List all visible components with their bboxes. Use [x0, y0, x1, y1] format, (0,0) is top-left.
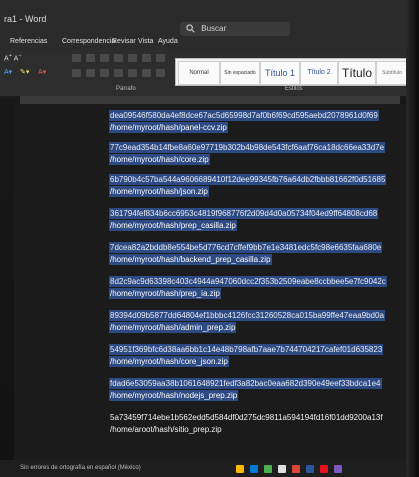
decrease-indent-button[interactable] — [114, 54, 123, 62]
list-item: 361794fef834b6cc6953c4819f968776f2d09d4d… — [109, 208, 394, 231]
search-label: Buscar — [201, 24, 227, 33]
group-label-styles: Estilos — [285, 86, 303, 92]
list-item: 77c9ead354b14fbe8a60e97719b302b4b98de543… — [109, 142, 394, 165]
menu-item-correspondencia[interactable]: Correspondencia — [62, 38, 115, 45]
screen: ra1 - Word Buscar Referencias Correspond… — [0, 0, 419, 477]
style-title-label: Título — [341, 66, 372, 80]
store-icon[interactable] — [264, 465, 272, 473]
style-subtitle[interactable]: Subtítulo — [376, 61, 408, 85]
app-icon[interactable] — [278, 465, 286, 473]
shading-button[interactable] — [142, 69, 151, 77]
hash-text: 54951f369bfc6d38aa6bb1c14e48b798afb7aae7… — [109, 344, 384, 355]
style-heading-2-label: Título 2 — [307, 69, 331, 76]
style-heading-1-label: Título 1 — [264, 68, 295, 78]
horizontal-ruler[interactable] — [20, 96, 400, 104]
style-subtitle-label: Subtítulo — [382, 70, 402, 76]
path-text: /home/myroot/hash/json.zip — [109, 186, 209, 197]
menu-item-revisar[interactable]: Revisar — [112, 38, 136, 45]
teams-icon[interactable] — [334, 465, 342, 473]
group-label-paragraph: Párrafo — [116, 86, 136, 92]
hash-text: 77c9ead354b14fbe8a60e97719b302b4b98de543… — [109, 142, 386, 153]
align-left-button[interactable] — [72, 69, 81, 77]
document-page[interactable]: dea09546f580da4ef8dce67ac5d65998d7af0b6f… — [14, 104, 406, 460]
menu-item-ayuda[interactable]: Ayuda — [158, 38, 178, 45]
media-icon[interactable] — [320, 465, 328, 473]
list-item: 5a73459f714ebe1b562edd5d584df0d275dc9811… — [109, 412, 394, 435]
borders-button[interactable] — [156, 69, 165, 77]
style-no-spacing[interactable]: Sin espaciado — [220, 61, 260, 85]
line-spacing-button[interactable] — [128, 69, 137, 77]
path-text: /home/myroot/hash/prep_casilla.zip — [109, 220, 237, 231]
path-text: /home/myroot/hash/panel-ccv.zip — [109, 122, 228, 133]
hash-text: dea09546f580da4ef8dce67ac5d65998d7af0b6f… — [109, 110, 379, 121]
path-text: /home/myroot/hash/admin_prep.zip — [109, 322, 237, 333]
hash-text: fdad6e53059aa38b1061648921fedf3a82bac0ea… — [109, 378, 382, 389]
increase-indent-button[interactable] — [128, 54, 137, 62]
style-no-spacing-label: Sin espaciado — [224, 70, 256, 76]
path-text: /home/aroot/hash/sitio_prep.zip — [110, 425, 222, 434]
status-text: Sin errores de ortografía en español (Mé… — [20, 465, 141, 471]
font-color-button[interactable]: A▾ — [4, 68, 12, 77]
list-item: fdad6e53059aa38b1061648921fedf3a82bac0ea… — [109, 378, 394, 401]
hash-text: 361794fef834b6cc6953c4819f968776f2d09d4d… — [109, 208, 379, 219]
highlight-button[interactable]: ✎▾ — [20, 68, 29, 77]
style-title[interactable]: Título — [338, 61, 376, 85]
list-item: dea09546f580da4ef8dce67ac5d65998d7af0b6f… — [109, 110, 394, 133]
styles-gallery: Normal Sin espaciado Título 1 Título 2 T… — [175, 58, 409, 86]
font-size-buttons[interactable]: A+ A− — [4, 52, 22, 62]
list-item: 7dcea82a2bddb8e554be5d776cd7cffef9bb7e1e… — [109, 242, 394, 265]
word-icon[interactable] — [306, 465, 314, 473]
ribbon: A+ A− A▾ ✎▾ A▾ Párrafo Normal Sin espaci… — [0, 50, 419, 97]
hash-text: 8d2c9ac9d63398c403c4944a947060dcc2f353b2… — [109, 276, 387, 287]
title-bar: ra1 - Word Buscar — [0, 0, 419, 36]
browser-icon[interactable] — [250, 465, 258, 473]
style-normal-label: Normal — [189, 70, 209, 76]
bullets-button[interactable] — [72, 54, 81, 62]
hash-text: 6b790b4c57ba544a9606689410f12dee99345fb7… — [109, 174, 387, 185]
path-text: /home/myroot/hash/core.zip — [109, 154, 210, 165]
search-box[interactable]: Buscar — [180, 22, 290, 36]
show-marks-button[interactable] — [156, 54, 165, 62]
window-title: ra1 - Word — [4, 14, 47, 24]
list-item: 6b790b4c57ba544a9606689410f12dee99345fb7… — [109, 174, 394, 197]
style-heading-2[interactable]: Título 2 — [300, 61, 338, 85]
path-text: /home/myroot/hash/core_json.zip — [109, 356, 229, 367]
status-bar: Sin errores de ortografía en español (Mé… — [0, 460, 419, 477]
hash-text: 7dcea82a2bddb8e554be5d776cd7cffef9bb7e1e… — [109, 242, 383, 253]
style-heading-1[interactable]: Título 1 — [260, 61, 300, 85]
hash-text: 89394d09b5877dd64804ef1bbbc4126fcc312605… — [109, 310, 385, 321]
align-center-button[interactable] — [86, 69, 95, 77]
menu-item-referencias[interactable]: Referencias — [10, 38, 47, 45]
multilevel-list-button[interactable] — [100, 54, 109, 62]
menu-item-vista[interactable]: Vista — [138, 38, 153, 45]
style-normal[interactable]: Normal — [178, 61, 220, 85]
document-area: dea09546f580da4ef8dce67ac5d65998d7af0b6f… — [14, 104, 406, 460]
menu-bar: Referencias Correspondencia Revisar Vist… — [0, 36, 419, 50]
text-effects-button[interactable]: A▾ — [38, 68, 46, 77]
list-item: 8d2c9ac9d63398c403c4944a947060dcc2f353b2… — [109, 276, 394, 299]
path-text: /home/myroot/hash/backend_prep_casilla.z… — [109, 254, 272, 265]
monitor-bezel — [406, 0, 419, 477]
justify-button[interactable] — [114, 69, 123, 77]
hash-text: 5a73459f714ebe1b562edd5d584df0d275dc9811… — [110, 413, 383, 422]
path-text: /home/myroot/hash/prep_ia.zip — [109, 288, 221, 299]
list-item: 54951f369bfc6d38aa6bb1c14e48b798afb7aae7… — [109, 344, 394, 367]
path-text: /home/myroot/hash/nodejs_prep.zip — [109, 390, 239, 401]
chrome-icon[interactable] — [292, 465, 300, 473]
numbering-button[interactable] — [86, 54, 95, 62]
list-item: 89394d09b5877dd64804ef1bbbc4126fcc312605… — [109, 310, 394, 333]
file-explorer-icon[interactable] — [236, 465, 244, 473]
sort-button[interactable] — [142, 54, 151, 62]
search-icon — [186, 24, 195, 33]
align-right-button[interactable] — [100, 69, 109, 77]
